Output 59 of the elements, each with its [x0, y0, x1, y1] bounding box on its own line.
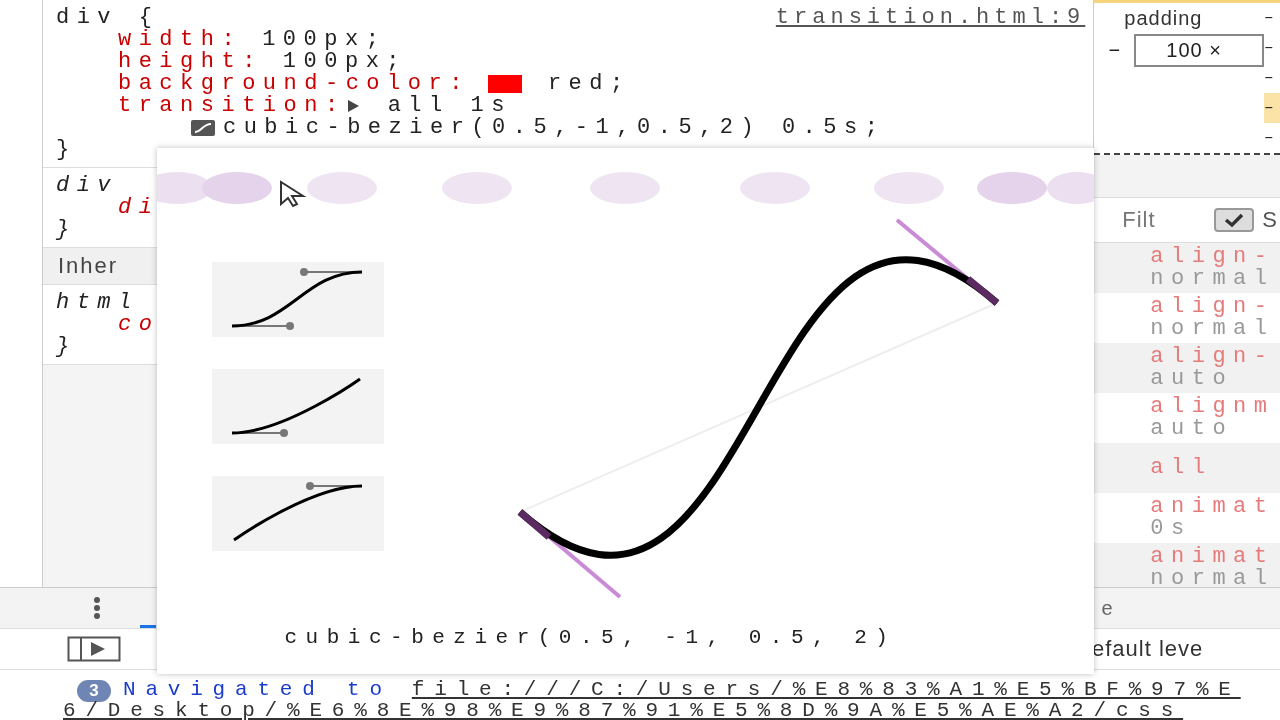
css-selector: div {: [55, 7, 160, 29]
more-menu-icon[interactable]: [92, 596, 102, 620]
closing-brace: }: [55, 336, 77, 358]
computed-property-name: animat: [1150, 546, 1276, 568]
property-name: height:: [117, 51, 263, 73]
source-link[interactable]: transition.html:9: [775, 7, 1086, 29]
expand-icon[interactable]: [345, 99, 360, 113]
property-name: transition:: [117, 95, 346, 117]
checkbox-label[interactable]: S: [1262, 207, 1277, 233]
computed-property-name: alignm: [1150, 396, 1276, 418]
repeat-count-badge: 3: [77, 680, 111, 702]
computed-property-name: align-: [1150, 296, 1276, 318]
content-size: 100 ×: [1134, 34, 1264, 67]
css-selector: div: [55, 175, 119, 197]
computed-property-name: all: [1150, 457, 1214, 479]
box-value: –: [1106, 38, 1122, 63]
box-value: –: [1264, 68, 1275, 89]
curve-icon[interactable]: [190, 120, 215, 136]
console-message: Navigated to: [123, 678, 392, 701]
computed-property-value: auto: [1150, 368, 1234, 390]
filter-field[interactable]: Filt: [1120, 206, 1207, 234]
curve-preset[interactable]: [212, 369, 384, 444]
property-name: width:: [117, 29, 243, 51]
computed-property-value: normal: [1150, 268, 1276, 290]
file-link[interactable]: file:///C:/Users/%E8%83%A1%E5%BF%97%E: [411, 679, 1241, 701]
property-name: co: [117, 314, 160, 336]
computed-property-value: auto: [1150, 418, 1234, 440]
file-link[interactable]: 6/Desktop/%E6%8E%98%E9%87%91%E5%8D%9A%E5%AE%A2/css: [63, 701, 1241, 720]
box-label: padding: [1123, 7, 1204, 30]
computed-property-value: normal: [1150, 568, 1276, 590]
property-value: cubic-bezier(0.5,-1,0.5,2) 0.5s;: [222, 117, 886, 139]
computed-property-name: animat: [1150, 496, 1276, 518]
property-name: background-color:: [117, 73, 470, 95]
box-value: –: [1264, 38, 1275, 59]
computed-property-name: align-: [1150, 246, 1276, 268]
computed-property-value: normal: [1150, 318, 1276, 340]
closing-brace: }: [55, 219, 77, 241]
computed-property-value: 0s: [1150, 518, 1193, 540]
computed-property-name: align-: [1150, 346, 1276, 368]
property-name: di: [117, 197, 160, 219]
checkmark-icon: [1223, 212, 1246, 228]
color-swatch[interactable]: [487, 75, 522, 93]
log-level-dropdown[interactable]: efault leve: [1092, 636, 1280, 662]
console-tab[interactable]: e: [1101, 596, 1120, 620]
closing-brace: }: [55, 139, 77, 161]
box-value: –: [1264, 93, 1280, 123]
property-value: red;: [547, 73, 631, 95]
curve-preset[interactable]: [212, 262, 384, 337]
checkbox[interactable]: [1214, 208, 1255, 232]
curve-function-label: cubic-bezier(0.5, -1, 0.5, 2): [283, 626, 898, 649]
sidebar-toggle-icon[interactable]: [67, 636, 121, 662]
css-selector: html: [55, 292, 139, 314]
box-value: –: [1264, 8, 1275, 29]
property-value: all 1s: [387, 95, 512, 117]
section-header: Inher: [57, 253, 119, 279]
curve-preset[interactable]: [212, 476, 384, 551]
box-value: –: [1264, 128, 1275, 149]
property-value: 100px;: [282, 51, 408, 73]
property-value: 100px;: [262, 29, 387, 51]
